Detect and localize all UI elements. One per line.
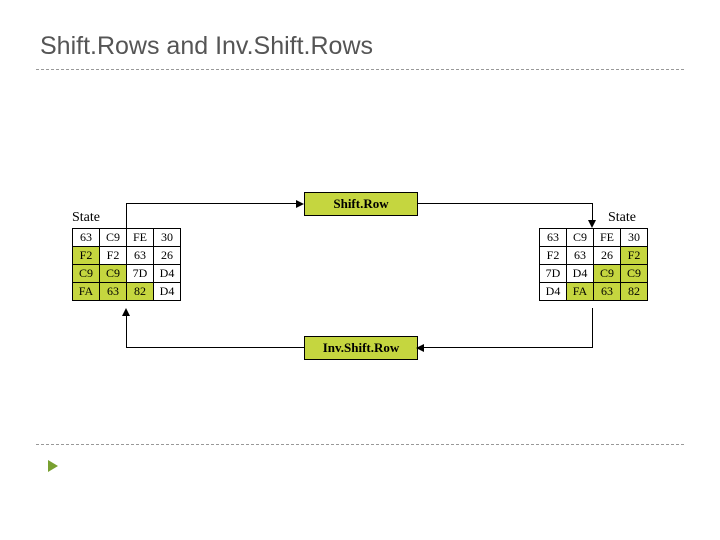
arrow-line [417, 203, 593, 204]
cell: 30 [154, 229, 181, 247]
cell: F2 [73, 247, 100, 265]
page-title: Shift.Rows and Inv.Shift.Rows [0, 0, 720, 69]
cell: 7D [540, 265, 567, 283]
arrow-line [126, 347, 304, 348]
cell: 30 [621, 229, 648, 247]
cell: FE [127, 229, 154, 247]
cell: FE [594, 229, 621, 247]
cell: D4 [154, 283, 181, 301]
arrow-line [126, 204, 127, 228]
diagram: State State 63C9FE30F2F26326C9C97DD4FA63… [60, 190, 660, 400]
cell: F2 [100, 247, 127, 265]
cell: 63 [73, 229, 100, 247]
arrow-line [126, 316, 127, 348]
cell: 7D [127, 265, 154, 283]
cell: 63 [594, 283, 621, 301]
cell: D4 [154, 265, 181, 283]
arrow-head-up [122, 308, 130, 316]
cell: 63 [540, 229, 567, 247]
cell: 63 [127, 247, 154, 265]
cell: F2 [540, 247, 567, 265]
arrow-line [592, 308, 593, 348]
state-label-right: State [608, 210, 636, 226]
divider-top [36, 69, 684, 70]
cell: C9 [567, 229, 594, 247]
cell: C9 [594, 265, 621, 283]
cell: D4 [567, 265, 594, 283]
state-left: 63C9FE30F2F26326C9C97DD4FA6382D4 [72, 228, 181, 301]
cell: 82 [127, 283, 154, 301]
slide-marker-icon [48, 460, 58, 472]
shiftrow-box: Shift.Row [304, 192, 418, 216]
cell: 82 [621, 283, 648, 301]
cell: 63 [567, 247, 594, 265]
state-label-left: State [72, 210, 100, 226]
arrow-head-down [588, 220, 596, 228]
cell: F2 [621, 247, 648, 265]
cell: D4 [540, 283, 567, 301]
cell: 63 [100, 283, 127, 301]
state-right: 63C9FE30F26326F27DD4C9C9D4FA6382 [539, 228, 648, 301]
cell: C9 [100, 265, 127, 283]
cell: 26 [154, 247, 181, 265]
arrow-head-right [296, 200, 304, 208]
invshiftrow-box: Inv.Shift.Row [304, 336, 418, 360]
cell: FA [567, 283, 594, 301]
cell: C9 [100, 229, 127, 247]
cell: FA [73, 283, 100, 301]
divider-bottom [36, 444, 684, 445]
arrow-head-left [416, 344, 424, 352]
cell: C9 [621, 265, 648, 283]
arrow-line [424, 347, 593, 348]
arrow-line [126, 203, 296, 204]
cell: 26 [594, 247, 621, 265]
cell: C9 [73, 265, 100, 283]
arrow-line [592, 204, 593, 220]
